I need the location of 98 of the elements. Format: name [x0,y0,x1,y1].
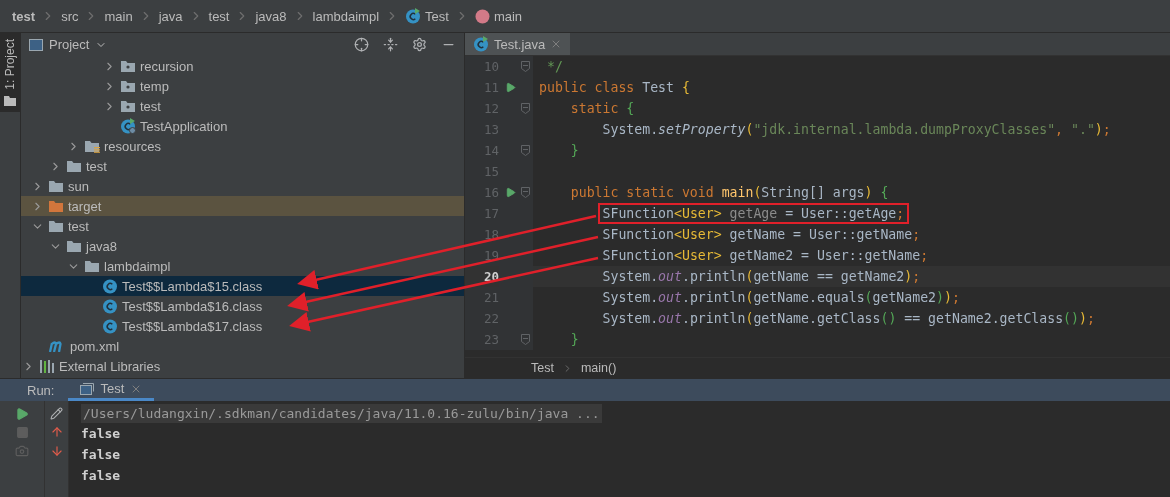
tree-item[interactable]: recursion [21,56,464,76]
tree-item[interactable]: sun [21,176,464,196]
editor-tab[interactable]: Test.java [465,33,571,55]
tree-item-label: test [86,158,107,174]
tree-item-label: sun [68,178,89,194]
settings-icon[interactable] [412,37,427,52]
clear-icon[interactable] [50,407,63,420]
fold-icon[interactable] [521,187,530,198]
tree-item[interactable]: lambdaimpl [21,256,464,276]
tree-item-label: test [68,218,89,234]
tree-item-label: Test$$Lambda$15.class [122,278,263,294]
code-line: System.out.println(getName == getName2); [602,269,921,284]
tree-item-label: pom.xml [70,338,120,354]
window-icon [80,382,95,395]
fold-icon[interactable] [521,61,530,72]
breadcrumb[interactable]: Test [405,8,449,24]
fold-icon[interactable] [521,334,530,345]
breadcrumb[interactable]: lambdaimpl [312,8,380,24]
tree-item[interactable]: java8 [21,236,464,256]
console-output: false [81,425,122,443]
run-icon[interactable] [505,82,516,93]
tree-item[interactable]: test [21,96,464,116]
folder-icon [4,95,16,106]
tree-item-label: Test$$Lambda$17.class [122,318,263,334]
locate-icon[interactable] [354,37,369,52]
tree-item[interactable]: External Libraries [21,356,464,376]
breadcrumb[interactable]: Test [531,361,554,375]
tree-item[interactable]: pom.xml [21,336,464,356]
collapse-icon[interactable] [383,37,398,52]
package-folder-icon [120,59,136,73]
tree-item-label: test [140,98,161,114]
folder-icon [48,179,64,193]
tree-item[interactable]: resources [21,136,464,156]
console-output: false [81,467,122,485]
class-icon [120,118,136,134]
class-icon [405,8,422,24]
class-icon [102,298,118,314]
run-label: Run: [27,382,55,398]
code-line: System.out.println(getName.getClass() == getName2.getClass()); [602,311,1095,326]
tree-item-label: target [68,198,102,214]
code-line: */ [546,59,563,74]
tree-item[interactable]: Test$$Lambda$15.class [21,276,464,296]
project-view-dropdown[interactable]: Project [29,37,108,52]
breadcrumb[interactable]: test [12,8,36,24]
package-folder-icon [120,99,136,113]
tree-item[interactable]: test [21,156,464,176]
code-line: static { [570,101,635,116]
libraries-icon [39,359,55,373]
tree-item[interactable]: Test$$Lambda$17.class [21,316,464,336]
folder-icon [84,259,100,273]
tree-item-label: Test$$Lambda$16.class [122,298,263,314]
tree-item-label: lambdaimpl [104,258,171,274]
project-tool-tab[interactable]: 1: Project [0,33,20,112]
tool-tab-label: 1: Project [3,39,17,90]
tree-item-label: External Libraries [59,358,161,374]
breadcrumb[interactable]: main [104,8,133,24]
code-line: SFunction<User> getName2 = User::getName; [602,248,929,263]
tab-label: Test.java [494,36,546,52]
breadcrumb[interactable]: main() [580,361,617,375]
breadcrumb[interactable]: main [474,8,523,24]
class-icon [102,318,118,334]
code-line: public class Test { [539,80,690,95]
tree-item-label: temp [140,78,169,94]
code-line: SFunction<User> getName = User::getName; [602,227,921,242]
tree-item[interactable]: TestApplication [21,116,464,136]
fold-icon[interactable] [521,145,530,156]
breadcrumb[interactable]: src [61,8,79,24]
folder-icon [48,199,64,213]
tree-item-label: recursion [140,58,194,74]
package-folder-icon [120,79,136,93]
tree-item[interactable]: temp [21,76,464,96]
breadcrumb[interactable]: java8 [255,8,287,24]
tree-item[interactable]: test [21,216,464,236]
code-line: } [570,332,579,347]
tree-item[interactable]: target [21,196,464,216]
fold-icon[interactable] [521,103,530,114]
code-line: System.setProperty("jdk.internal.lambda.dumpProxyClasses", "."); [602,122,1111,137]
class-icon [102,278,118,294]
breadcrumb[interactable]: test [208,8,230,24]
tree-item-label: resources [104,138,162,154]
code-line: } [570,143,579,158]
window-icon [29,38,43,51]
breadcrumb[interactable]: java [158,8,183,24]
code-line: public static void main(String[] args) { [570,185,889,200]
code-line: System.out.println(getName.equals(getName2)); [602,290,960,305]
console-output: false [81,446,122,464]
tree-item[interactable]: Test$$Lambda$16.class [21,296,464,316]
class-icon [473,36,489,52]
folder-icon [66,159,82,173]
tab-label: Test [100,381,125,396]
rerun-icon[interactable] [15,407,29,421]
tree-item-label: java8 [86,238,118,254]
run-icon[interactable] [505,187,516,198]
tree-item-label: TestApplication [140,118,228,134]
folder-icon [48,219,64,233]
method-icon [474,8,490,24]
folder-icon [66,239,82,253]
resources-folder-icon [84,139,100,153]
